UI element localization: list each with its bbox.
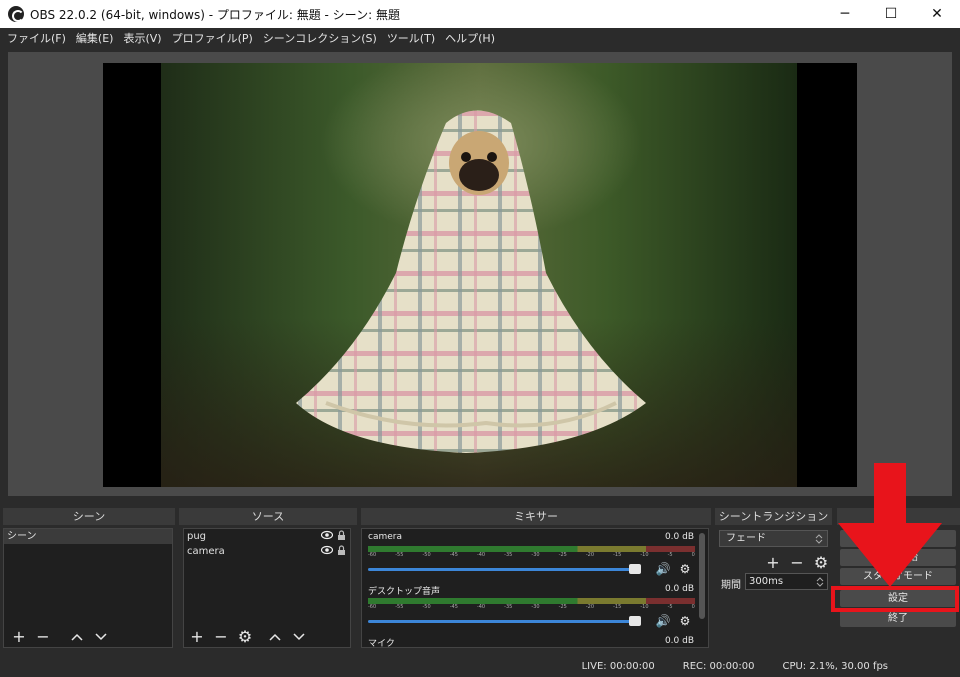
eye-icon[interactable]: [321, 545, 333, 555]
window-controls: ─ ☐ ✕: [822, 0, 960, 28]
annotation-highlight-box: [831, 586, 959, 612]
transitions-dock-title: シーントランジション: [715, 508, 832, 525]
maximize-button[interactable]: ☐: [868, 0, 914, 28]
menu-tools[interactable]: ツール(T): [382, 30, 440, 46]
transition-select[interactable]: フェード: [719, 530, 828, 547]
minimize-button[interactable]: ─: [822, 0, 868, 28]
mixer-dock-title: ミキサー: [361, 508, 711, 525]
menu-file[interactable]: ファイル(F): [2, 30, 71, 46]
mixer-channel: デスクトップ音声 0.0 dB -60 -55 -50 -45 -40 -35 -30 -25…: [365, 584, 697, 638]
remove-transition-button[interactable]: −: [788, 554, 806, 572]
meter-ticks: -60 -55 -50 -45 -40 -35 -30 -25 -20 -15 -10 -5 0: [368, 604, 695, 610]
volume-slider[interactable]: [368, 620, 638, 623]
exit-button[interactable]: 終了: [840, 610, 956, 627]
transition-gear-icon[interactable]: ⚙: [812, 554, 830, 572]
remove-source-button[interactable]: −: [212, 628, 230, 646]
move-scene-up-button[interactable]: [68, 628, 86, 646]
source-item-label: pug: [187, 531, 207, 542]
lock-icon[interactable]: [337, 530, 346, 541]
volume-slider-handle[interactable]: [629, 564, 641, 574]
cpu-status: CPU: 2.1%, 30.00 fps: [782, 660, 888, 672]
menu-scene-collection[interactable]: シーンコレクション(S): [258, 30, 382, 46]
volume-slider[interactable]: [368, 568, 638, 571]
move-source-up-button[interactable]: [266, 628, 284, 646]
mixer-channel: マイク 0.0 dB: [365, 636, 697, 648]
menu-view[interactable]: 表示(V): [118, 30, 166, 46]
pug-photo: [161, 63, 797, 487]
remove-scene-button[interactable]: −: [34, 628, 52, 646]
status-bar: LIVE: 00:00:00 REC: 00:00:00 CPU: 2.1%, …: [0, 655, 960, 677]
add-transition-button[interactable]: +: [764, 554, 782, 572]
rec-status: REC: 00:00:00: [682, 660, 755, 672]
lock-icon[interactable]: [337, 545, 346, 556]
gear-icon[interactable]: ⚙: [677, 614, 693, 628]
mixer-channel-db: 0.0 dB: [664, 636, 694, 646]
meter-ticks: -60 -55 -50 -45 -40 -35 -30 -25 -20 -15 -10 -5 0: [368, 552, 695, 558]
spin-arrows-icon: [815, 534, 823, 544]
chevron-up-icon: [71, 633, 83, 641]
menu-edit[interactable]: 編集(E): [71, 30, 119, 46]
annotation-arrow-icon: [838, 463, 942, 587]
chevron-up-icon: [269, 633, 281, 641]
mixer-channel-db: 0.0 dB: [664, 532, 694, 542]
mixer-channel-name: マイク: [368, 639, 395, 648]
menu-bar: ファイル(F) 編集(E) 表示(V) プロファイル(P) シーンコレクション(…: [0, 28, 960, 48]
preview-area[interactable]: [8, 52, 952, 496]
duration-input[interactable]: 300ms: [745, 573, 828, 590]
pug-in-blanket-illustration: [296, 110, 646, 453]
obs-logo-icon: [8, 6, 24, 22]
window-title: OBS 22.0.2 (64-bit, windows) - プロファイル: 無…: [30, 7, 400, 22]
scenes-dock-title: シーン: [3, 508, 175, 525]
transitions-toolbar: + − ⚙: [764, 553, 830, 573]
speaker-icon[interactable]: 🔊: [655, 614, 671, 628]
chevron-down-icon: [95, 633, 107, 641]
sources-toolbar: + − ⚙: [188, 627, 308, 647]
live-status: LIVE: 00:00:00: [581, 660, 655, 672]
move-source-down-button[interactable]: [290, 628, 308, 646]
gear-icon[interactable]: ⚙: [677, 562, 693, 576]
speaker-icon[interactable]: 🔊: [655, 562, 671, 576]
close-button[interactable]: ✕: [914, 0, 960, 28]
eye-icon[interactable]: [321, 530, 333, 540]
mixer-channel-name: camera: [368, 532, 402, 542]
menu-profile[interactable]: プロファイル(P): [167, 30, 258, 46]
volume-slider-handle[interactable]: [629, 616, 641, 626]
mixer-channel-db: 0.0 dB: [664, 584, 694, 594]
mixer-scrollbar[interactable]: [699, 533, 705, 619]
mixer-panel: camera 0.0 dB -60 -55 -50 -45 -40 -35 -30 -25 -2…: [361, 528, 709, 648]
scenes-toolbar: + −: [10, 627, 110, 647]
sources-dock-title: ソース: [179, 508, 357, 525]
mixer-channel-name: デスクトップ音声: [368, 587, 441, 597]
source-properties-gear-icon[interactable]: ⚙: [236, 628, 254, 646]
source-item-label: camera: [187, 546, 225, 557]
add-scene-button[interactable]: +: [10, 628, 28, 646]
scene-item[interactable]: シーン: [4, 529, 172, 544]
chevron-down-icon: [293, 633, 305, 641]
preview-canvas[interactable]: [103, 63, 857, 487]
menu-help[interactable]: ヘルプ(H): [440, 30, 500, 46]
title-bar: OBS 22.0.2 (64-bit, windows) - プロファイル: 無…: [0, 0, 960, 28]
move-scene-down-button[interactable]: [92, 628, 110, 646]
mixer-channel: camera 0.0 dB -60 -55 -50 -45 -40 -35 -30 -25 -2…: [365, 532, 697, 586]
duration-label: 期間: [721, 580, 741, 591]
source-item[interactable]: pug: [184, 529, 350, 544]
spin-arrows-icon: [816, 577, 824, 587]
source-item[interactable]: camera: [184, 544, 350, 559]
add-source-button[interactable]: +: [188, 628, 206, 646]
